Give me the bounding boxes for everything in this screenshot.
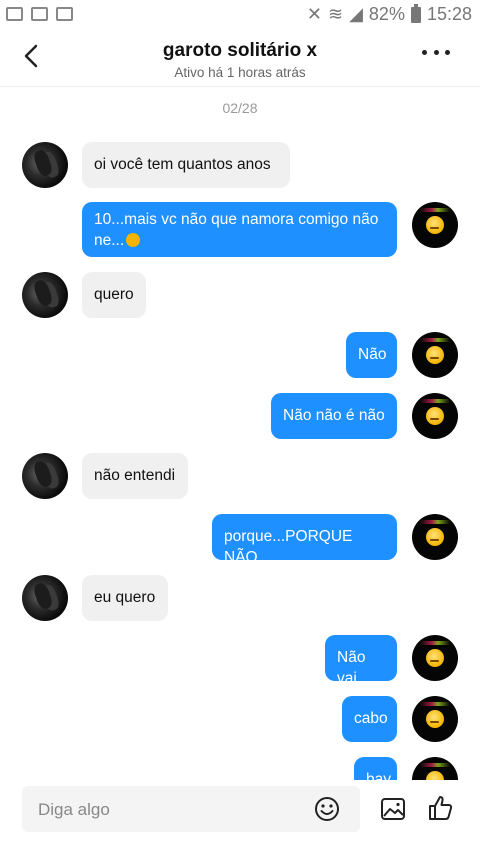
signal-icon: ◢ xyxy=(349,4,363,24)
mute-icon: ✕ xyxy=(306,4,322,24)
voicemail-icon xyxy=(6,7,23,21)
thumbs-up-icon[interactable] xyxy=(426,794,454,822)
photo-icon[interactable] xyxy=(380,796,406,822)
date-separator: 02/28 xyxy=(222,100,258,116)
chat-header: garoto solitário x Ativo há 1 horas atrá… xyxy=(0,32,480,87)
sent-message[interactable]: bay xyxy=(354,757,397,780)
message-input-box[interactable] xyxy=(22,786,360,834)
emoji-icon[interactable] xyxy=(314,796,340,822)
battery-percent: 82% xyxy=(368,4,405,24)
received-message[interactable]: quero xyxy=(82,272,146,318)
smiley-icon xyxy=(126,233,141,247)
contact-avatar[interactable] xyxy=(22,142,68,188)
my-avatar[interactable] xyxy=(412,514,458,560)
contact-avatar[interactable] xyxy=(22,272,68,318)
status-bar: ✕ ≋ ◢ 82% 15:28 xyxy=(0,0,480,32)
my-avatar[interactable] xyxy=(412,393,458,439)
gmail-icon xyxy=(56,7,73,21)
battery-icon xyxy=(410,3,421,23)
sent-message[interactable]: 10...mais vc não que namora comigo não n… xyxy=(82,202,397,257)
received-message[interactable]: não entendi xyxy=(82,453,188,499)
my-avatar[interactable] xyxy=(412,757,458,780)
my-avatar[interactable] xyxy=(412,332,458,378)
contact-name[interactable]: garoto solitário x xyxy=(0,40,480,62)
last-active-status: Ativo há 1 horas atrás xyxy=(174,65,306,80)
received-message[interactable]: oi você tem quantos anos xyxy=(82,142,290,188)
message-composer xyxy=(0,780,480,852)
sent-message[interactable]: Não vai xyxy=(325,635,397,687)
wifi-icon: ≋ xyxy=(327,4,344,24)
sent-message[interactable]: Não xyxy=(346,332,397,378)
received-message[interactable]: eu quero xyxy=(82,575,168,621)
message-list[interactable]: 02/28 oi você tem quantos anos 10...mais… xyxy=(0,86,480,780)
notification-icons xyxy=(6,7,73,21)
clock: 15:28 xyxy=(426,4,472,24)
my-avatar[interactable] xyxy=(412,202,458,248)
sent-message[interactable]: cabo xyxy=(342,696,397,742)
contact-avatar[interactable] xyxy=(22,575,68,621)
contact-avatar[interactable] xyxy=(22,453,68,499)
sent-message[interactable]: porque...PORQUE NÃO xyxy=(212,514,397,566)
message-input[interactable] xyxy=(36,786,300,834)
my-avatar[interactable] xyxy=(412,635,458,681)
image-icon xyxy=(31,7,48,21)
sent-message[interactable]: Não não é não xyxy=(271,393,397,439)
my-avatar[interactable] xyxy=(412,696,458,742)
more-options-icon[interactable] xyxy=(422,50,450,60)
system-icons: ✕ ≋ ◢ 82% 15:28 xyxy=(306,3,472,25)
